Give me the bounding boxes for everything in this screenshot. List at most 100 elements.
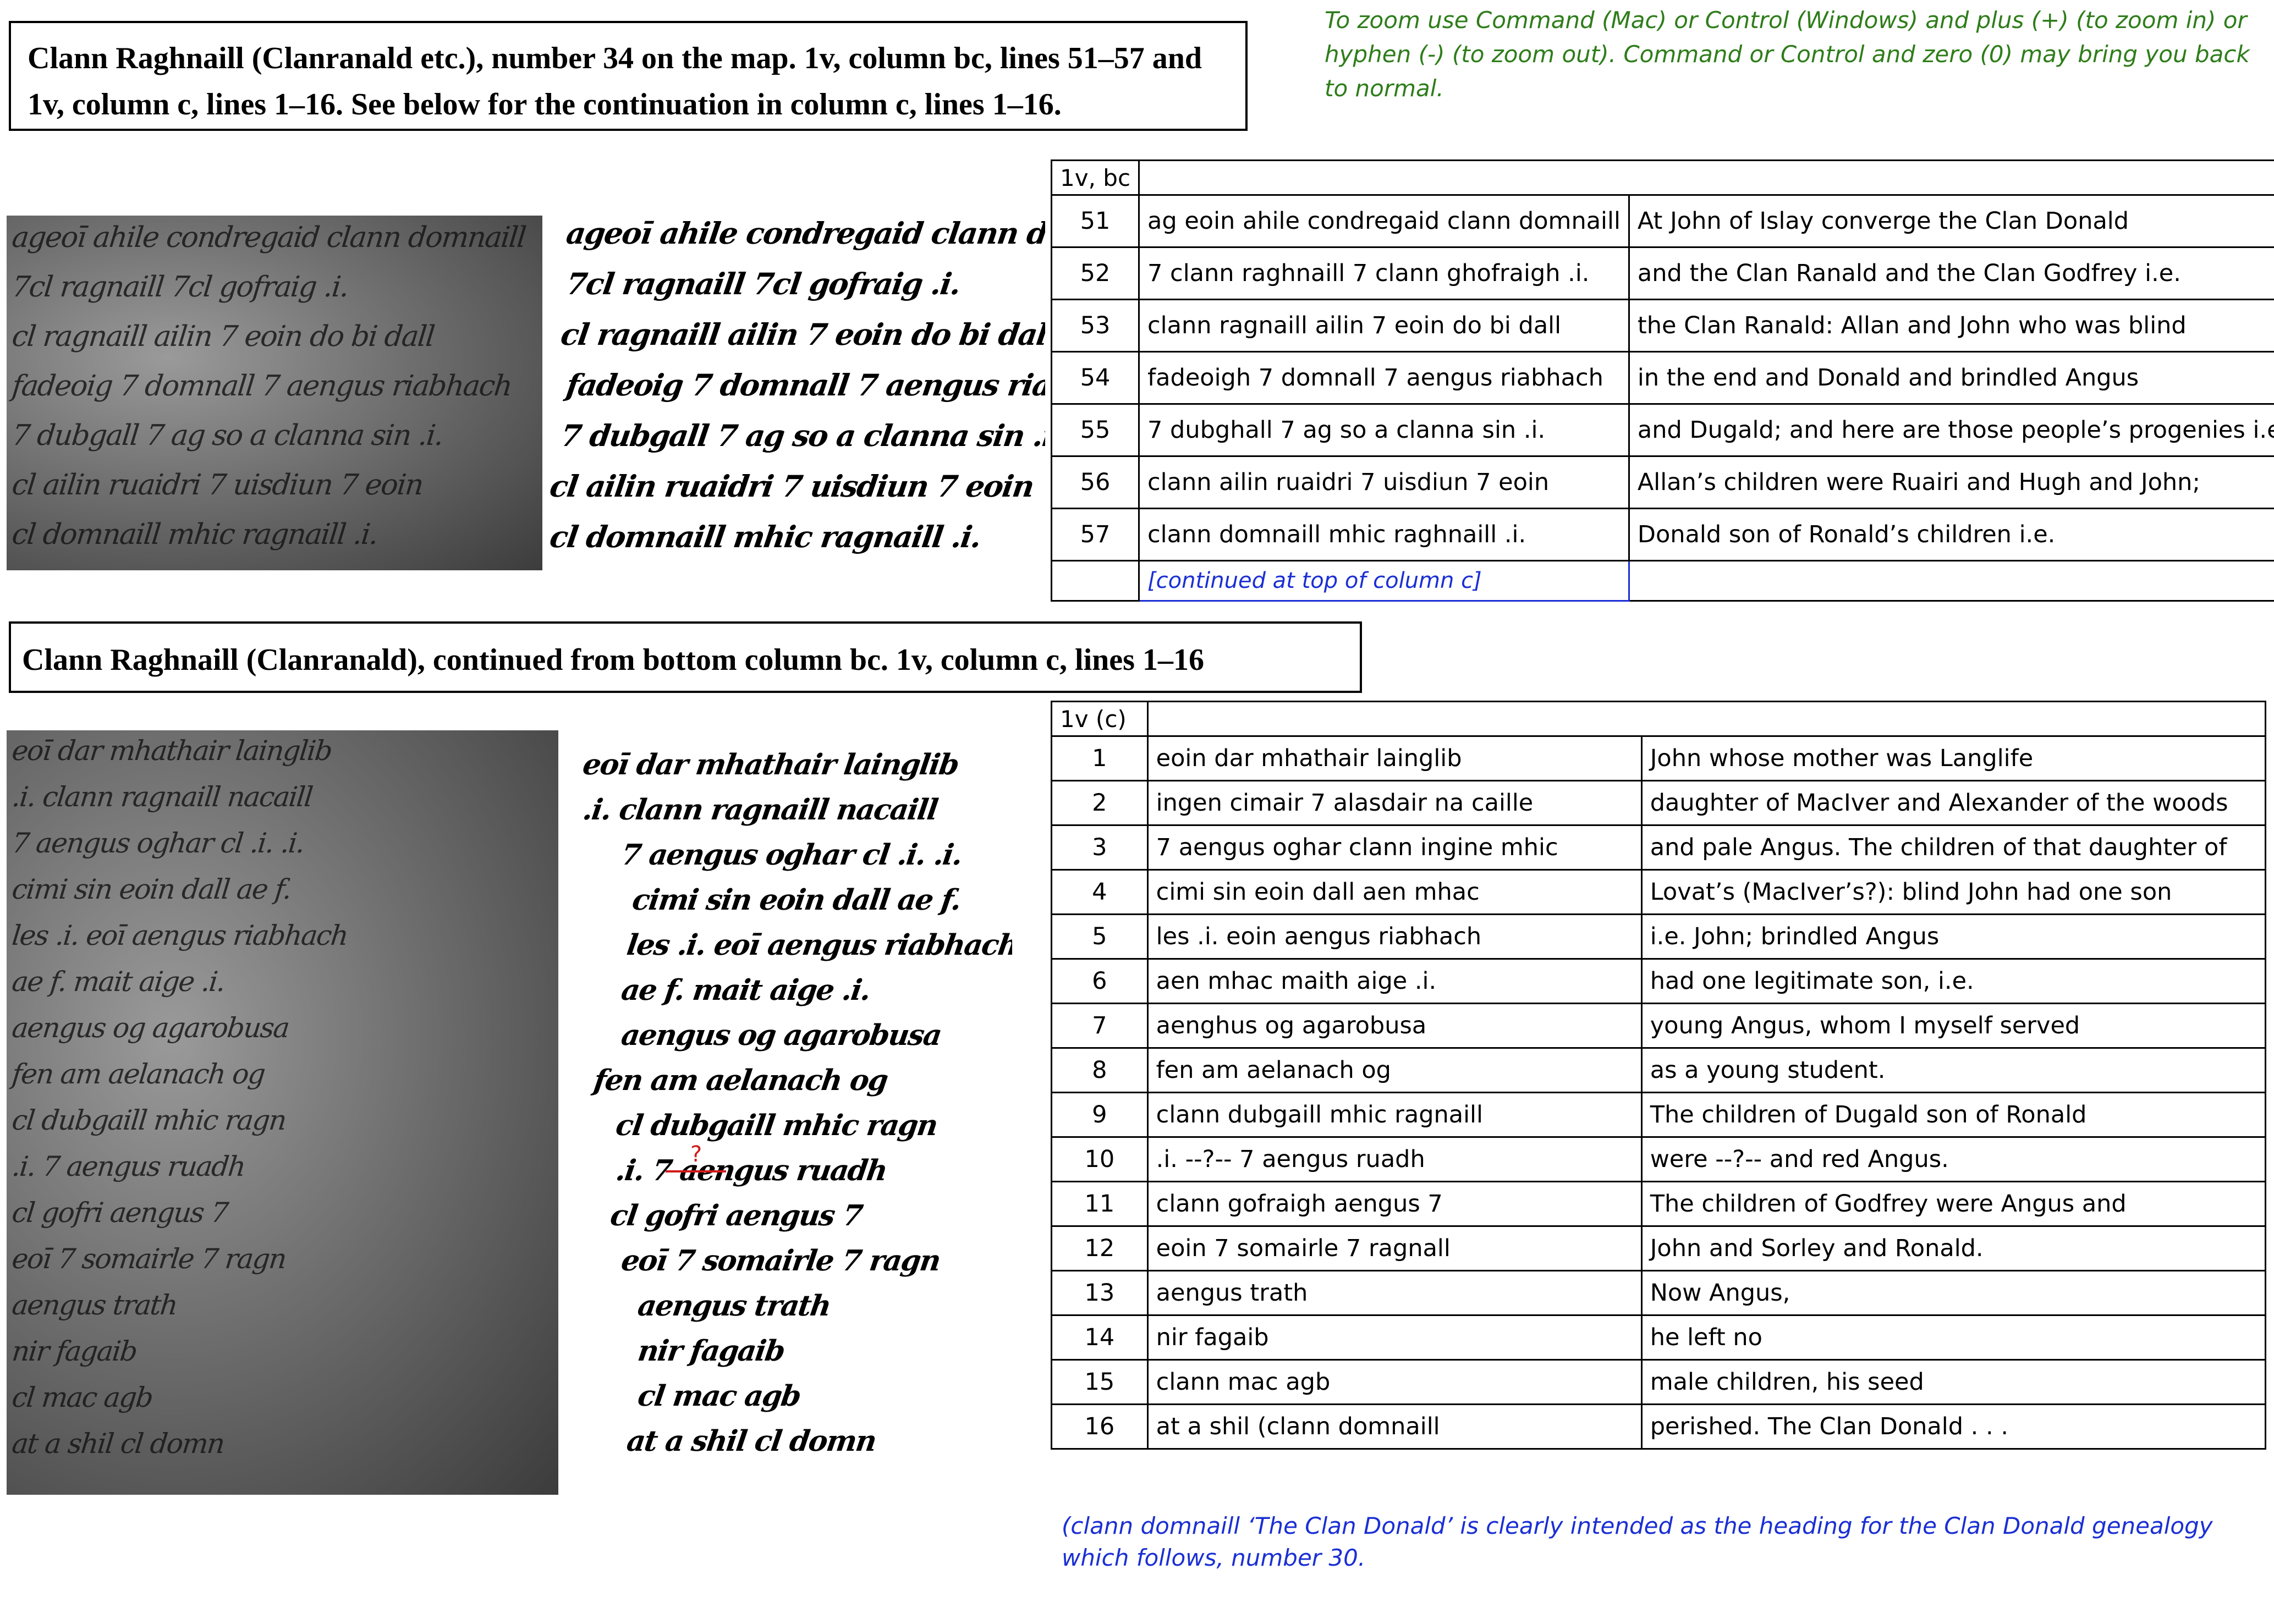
photo-ink-line: cl mac agb (10, 1381, 154, 1413)
english-translation: as a young student. (1640, 1047, 2267, 1093)
irish-text: clann gofraigh aengus 7 (1146, 1181, 1643, 1227)
table-row: 10 .i. --?-- 7 aengus ruadh were --?-- and… (1051, 1136, 2267, 1182)
english-translation: perished. The Clan Donald . . . (1640, 1403, 2267, 1450)
irish-text: aenghus og agarobusa (1146, 1003, 1643, 1049)
script-line: 7cl ragnaill 7cl gofraig .i. (564, 266, 963, 301)
photo-ink-line: eoī 7 somairle 7 ragn (10, 1243, 288, 1275)
line-number: 56 (1050, 455, 1140, 509)
script-line: eoī dar mhathair lainglib (583, 748, 961, 781)
english-translation: Donald son of Ronald’s children i.e. (1628, 508, 2274, 561)
line-number: 54 (1050, 351, 1140, 405)
line-number: 57 (1050, 508, 1140, 561)
english-translation: the Clan Ranald: Allan and John who was … (1628, 299, 2274, 353)
photo-ink-line: ageoī ahile condregaid clann domnaill (10, 221, 527, 254)
irish-text: eoin dar mhathair lainglib (1146, 735, 1643, 781)
english-translation: and the Clan Ranald and the Clan Godfrey… (1628, 246, 2274, 300)
uncertain-word-mark: ? (690, 1142, 702, 1167)
table-header-empty (1138, 159, 2274, 196)
scribal-transcription-2: eoī dar mhathair lainglib .i. clann ragna… (583, 748, 1012, 1479)
photo-ink-line: aengus trath (10, 1289, 179, 1321)
photo-ink-line: 7 dubgall 7 ag so a clanna sin .i. (10, 419, 444, 452)
english-translation: Allan’s children were Ruairi and Hugh an… (1628, 455, 2274, 509)
transcription-table-bc: 1v, bc 51 ag eoin ahile condregaid clann … (1050, 159, 2274, 602)
photo-ink-line: les .i. eoī aengus riabhach (10, 920, 349, 951)
irish-text: ingen cimair 7 alasdair na caille (1146, 780, 1643, 826)
line-number: 16 (1051, 1403, 1149, 1450)
table-row: 6 aen mhac maith aige .i. had one legitima… (1051, 958, 2267, 1004)
table-row: 4 cimi sin eoin dall aen mhac Lovat’s (Mac… (1051, 869, 2267, 915)
irish-text: eoin 7 somairle 7 ragnall (1146, 1225, 1643, 1271)
table-row: 37 aengus oghar clann ingine mhic and pal… (1051, 824, 2267, 871)
line-number: 52 (1050, 246, 1140, 300)
irish-text: clann ailin ruaidri 7 uisdiun 7 eoin (1138, 455, 1630, 509)
script-line: aengus og agarobusa (619, 1019, 943, 1052)
line-number: 15 (1051, 1359, 1149, 1405)
line-number: 11 (1051, 1181, 1149, 1227)
section-2-title: Clann Raghnaill (Clanranald), continued … (9, 621, 1362, 693)
table-header-row: 1v (c) (1051, 701, 2267, 737)
script-line: .i. clann ragnaill nacaill (583, 793, 940, 827)
photo-ink-line: aengus og agarobusa (10, 1012, 290, 1044)
irish-text: clann domnaill mhic raghnaill .i. (1138, 508, 1630, 561)
irish-text: fadeoigh 7 domnall 7 aengus riabhach (1138, 351, 1630, 405)
irish-text: at a shil (clann domnaill (1146, 1403, 1643, 1450)
table-row: 5 les .i. eoin aengus riabhach i.e. John; … (1051, 913, 2267, 960)
irish-text: aengus trath (1146, 1270, 1643, 1316)
script-line: cimi sin eoin dall ae f. (630, 883, 963, 917)
zoom-instructions: To zoom use Command (Mac) or Control (Wi… (1325, 7, 2250, 102)
continued-note: [continued at top of column c] (1138, 560, 1630, 602)
script-line: cl dubgaill mhic ragn (613, 1109, 940, 1142)
script-line: 7 aengus oghar cl .i. .i. (619, 838, 964, 872)
line-number: 1 (1051, 735, 1149, 781)
table-row: 7 aenghus og agarobusa young Angus, whom I… (1051, 1003, 2267, 1049)
table-row: [continued at top of column c] (1050, 560, 2274, 602)
line-number: 6 (1051, 958, 1149, 1004)
section-1-title-text: Clann Raghnaill (Clanranald etc.), numbe… (28, 41, 1202, 122)
script-line: nir fagaib (635, 1334, 787, 1368)
table-row: 12 eoin 7 somairle 7 ragnall John and Sorl… (1051, 1225, 2267, 1271)
script-line: at a shil cl domn (624, 1424, 878, 1458)
irish-text: clann ragnaill ailin 7 eoin do bi dall (1138, 299, 1630, 353)
english-translation: he left no (1640, 1314, 2267, 1361)
english-translation: The children of Dugald son of Ronald (1640, 1092, 2267, 1138)
irish-text: clann dubgaill mhic ragnaill (1146, 1092, 1643, 1138)
section-1-title: Clann Raghnaill (Clanranald etc.), numbe… (9, 21, 1248, 131)
line-number: 5 (1051, 913, 1149, 960)
script-line: .i. 7 aengus ruadh (613, 1154, 889, 1187)
english-translation: male children, his seed (1640, 1359, 2267, 1405)
script-line: cl domnaill mhic ragnaill .i. (550, 519, 983, 554)
table-column-label: 1v (c) (1051, 701, 1149, 737)
table-c-body: 1v (c) 1 eoin dar mhathair lainglib John w… (1051, 701, 2267, 1450)
table-row: 2 ingen cimair 7 alasdair na caille daught… (1051, 780, 2267, 826)
irish-text: 7 aengus oghar clann ingine mhic (1146, 824, 1643, 871)
table-row: 54 fadeoigh 7 domnall 7 aengus riabhach in… (1050, 351, 2274, 405)
english-empty (1628, 560, 2274, 602)
english-translation: young Angus, whom I myself served (1640, 1003, 2267, 1049)
table-row: 57 clann domnaill mhic raghnaill .i. Donal… (1050, 508, 2274, 561)
script-line: les .i. eoī aengus riabhach (624, 928, 1012, 962)
photo-ink-line: cl gofri aengus 7 (10, 1197, 229, 1229)
english-translation: John whose mother was Langlife (1640, 735, 2267, 781)
line-number: 51 (1050, 194, 1140, 248)
table-column-label: 1v, bc (1050, 159, 1140, 196)
table-row: 9 clann dubgaill mhic ragnaill The childre… (1051, 1092, 2267, 1138)
script-line: cl ailin ruaidri 7 uisdiun 7 eoin (550, 469, 1036, 504)
script-line: eoī 7 somairle 7 ragn (619, 1244, 942, 1278)
table-row: 16 at a shil (clann domnaill perished. The… (1051, 1403, 2267, 1450)
english-translation: Now Angus, (1640, 1270, 2267, 1316)
section-2-title-text: Clann Raghnaill (Clanranald), continued … (22, 643, 1204, 677)
script-line: aengus trath (635, 1289, 833, 1323)
photo-ink-line: .i. clann ragnaill nacaill (10, 781, 314, 813)
photo-ink-line: nir fagaib (10, 1335, 139, 1367)
english-translation: The children of Godfrey were Angus and (1640, 1181, 2267, 1227)
script-line: cl ragnaill ailin 7 eoin do bi dall (558, 317, 1045, 352)
line-number: 12 (1051, 1225, 1149, 1271)
line-number: 14 (1051, 1314, 1149, 1361)
table-row: 14 nir fagaib he left no (1051, 1314, 2267, 1361)
photo-ink-line: ae f. mait aige .i. (10, 966, 227, 998)
irish-text: 7 dubghall 7 ag so a clanna sin .i. (1138, 403, 1630, 457)
photo-ink-line: fen am aelanach og (10, 1058, 266, 1090)
manuscript-image-2: eoī dar mhathair lainglib .i. clann ragna… (7, 730, 558, 1495)
english-translation: daughter of MacIver and Alexander of the… (1640, 780, 2267, 826)
table-row: 15 clann mac agb male children, his seed (1051, 1359, 2267, 1405)
